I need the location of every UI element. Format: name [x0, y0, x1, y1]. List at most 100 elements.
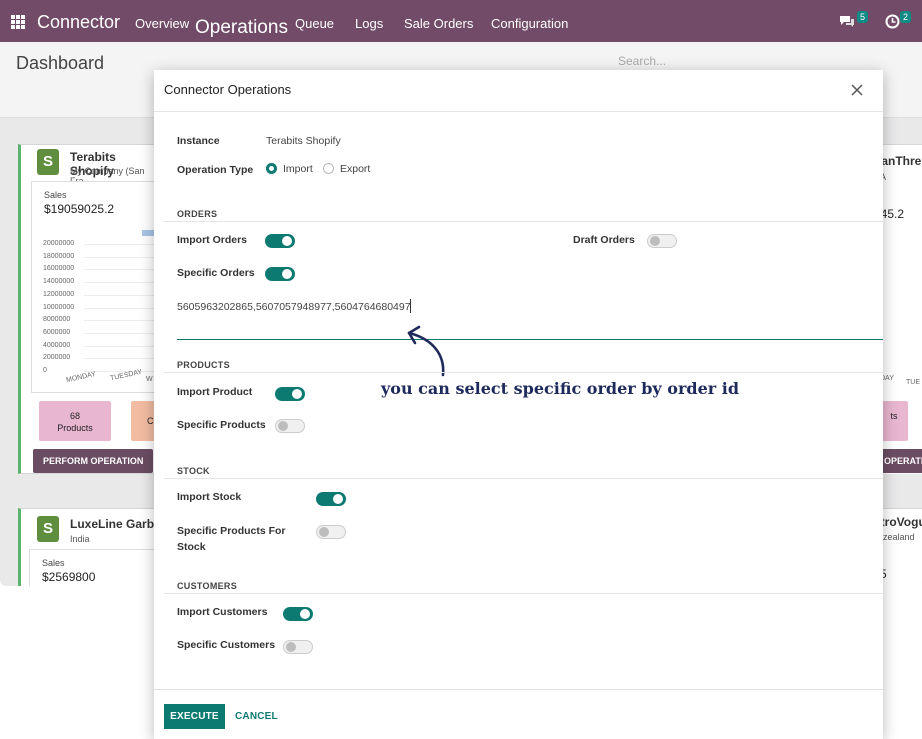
section-divider: [164, 478, 883, 479]
sales-chart-box: Sales $2569800: [29, 549, 161, 586]
y-tick: 0: [43, 367, 47, 374]
operation-type-label: Operation Type: [177, 164, 254, 176]
gridline: [84, 256, 162, 258]
execute-button[interactable]: EXECUTE: [164, 704, 225, 729]
gridline: [84, 269, 162, 271]
cancel-button[interactable]: CANCEL: [235, 704, 278, 729]
order-ids-field[interactable]: 5605963202865,5607057948977,560476468049…: [177, 296, 883, 340]
gridline: [84, 282, 162, 284]
dialog-header: Connector Operations: [154, 70, 883, 112]
products-tile[interactable]: ts: [880, 401, 908, 441]
y-tick: 14000000: [43, 278, 75, 286]
chat-count-badge: 5: [857, 11, 869, 23]
import-radio[interactable]: [266, 163, 277, 174]
specific-customers-toggle[interactable]: [283, 640, 313, 654]
y-tick: 10000000: [43, 303, 75, 311]
activity-clock-icon[interactable]: [885, 14, 900, 32]
gridline: [84, 320, 162, 322]
section-divider: [164, 372, 883, 373]
import-stock-toggle[interactable]: [316, 492, 346, 506]
instance-card: S Terabits Shopify My Company (San Fra S…: [18, 144, 162, 474]
specific-products-label: Specific Products: [177, 419, 266, 431]
perform-operation-button[interactable]: PERFORM OPERATION: [33, 449, 154, 473]
page-title: Dashboard: [16, 53, 105, 73]
text-caret: [410, 299, 411, 313]
import-product-toggle[interactable]: [275, 387, 305, 401]
instance-card: S LuxeLine Garb India Sales $2569800: [18, 508, 161, 586]
y-tick: 4000000: [43, 341, 71, 349]
y-tick: 2000000: [43, 354, 71, 362]
connector-operations-dialog: Connector Operations Instance Terabits S…: [154, 70, 883, 739]
import-orders-toggle[interactable]: [265, 234, 295, 248]
draft-orders-label: Draft Orders: [573, 234, 635, 246]
nav-logs[interactable]: Logs: [355, 16, 383, 31]
instance-card-right: etroVogu w zealand 5: [874, 508, 922, 586]
shopify-logo-icon: S: [37, 516, 59, 542]
products-label: Products: [57, 423, 93, 433]
close-icon[interactable]: [849, 82, 865, 98]
y-tick: 20000000: [43, 240, 75, 247]
nav-operations[interactable]: Operations: [189, 12, 291, 46]
nav-overview[interactable]: Overview: [135, 16, 189, 31]
shopify-logo-icon: S: [37, 149, 59, 175]
gridline: [84, 307, 162, 309]
import-stock-label: Import Stock: [177, 491, 242, 503]
sales-label: Sales: [42, 558, 65, 568]
gridline: [84, 358, 162, 360]
sales-value: $19059025.2: [44, 202, 115, 216]
app-brand[interactable]: Connector: [37, 12, 120, 33]
card-title[interactable]: LuxeLine Garb: [70, 517, 154, 531]
specific-products-toggle[interactable]: [275, 419, 305, 433]
search-input[interactable]: Search...: [618, 54, 666, 68]
annotation-text: you can select specific order by order i…: [381, 379, 740, 398]
export-radio-label[interactable]: Export: [340, 163, 370, 175]
perform-operation-button[interactable]: OPERATI: [880, 449, 922, 473]
top-navbar: Connector Overview Queue Logs Sale Order…: [0, 0, 922, 42]
import-radio-label[interactable]: Import: [283, 163, 313, 175]
draft-orders-toggle[interactable]: [647, 234, 677, 248]
x-tick: W: [146, 376, 153, 383]
nav-configuration[interactable]: Configuration: [491, 16, 568, 31]
y-tick: 8000000: [43, 316, 71, 324]
label-line: Specific Products For: [177, 525, 286, 537]
export-radio[interactable]: [323, 163, 334, 174]
nav-queue[interactable]: Queue: [295, 16, 334, 31]
customers-section-title: CUSTOMERS: [177, 581, 238, 591]
instance-card-right: banThre A 745.2 DAY TUE ts OPERATI: [874, 144, 922, 474]
gridline: [84, 332, 162, 334]
y-tick: 16000000: [43, 265, 75, 273]
apps-grid-icon[interactable]: [11, 15, 25, 29]
activity-count-badge: 2: [900, 11, 912, 23]
sales-value: $2569800: [42, 570, 96, 584]
dialog-title: Connector Operations: [164, 82, 292, 97]
section-divider: [164, 221, 883, 222]
specific-orders-toggle[interactable]: [265, 267, 295, 281]
instance-value[interactable]: Terabits Shopify: [266, 135, 341, 147]
y-tick: 18000000: [43, 252, 75, 260]
specific-customers-label: Specific Customers: [177, 639, 276, 651]
gridline: [84, 244, 162, 245]
import-customers-label: Import Customers: [177, 606, 268, 618]
orders-section-title: ORDERS: [177, 209, 218, 219]
label-line: Stock: [177, 541, 206, 553]
gridline: [84, 294, 162, 296]
card-company: India: [70, 534, 90, 544]
y-tick: 6000000: [43, 328, 71, 336]
products-tile[interactable]: 68 Products: [39, 401, 111, 441]
dialog-footer: EXECUTE CANCEL: [154, 689, 883, 739]
products-count: 68: [69, 411, 80, 421]
y-tick: 12000000: [43, 290, 75, 298]
nav-sale-orders[interactable]: Sale Orders: [404, 16, 473, 31]
import-product-label: Import Product: [177, 386, 253, 398]
annotation-arrow-icon: [407, 325, 445, 377]
specific-orders-label: Specific Orders: [177, 267, 255, 279]
specific-products-stock-label: Specific Products For Stock: [177, 524, 286, 554]
gridline: [84, 345, 162, 347]
specific-products-stock-toggle[interactable]: [316, 525, 346, 539]
sales-chart-box: Sales $19059025.2 20000000 18000000 160000…: [31, 181, 162, 393]
order-ids-value: 5605963202865,5607057948977,560476468049…: [177, 301, 411, 313]
chat-icon[interactable]: [839, 14, 855, 31]
stock-section-title: STOCK: [177, 466, 210, 476]
import-orders-label: Import Orders: [177, 234, 248, 246]
import-customers-toggle[interactable]: [283, 607, 313, 621]
